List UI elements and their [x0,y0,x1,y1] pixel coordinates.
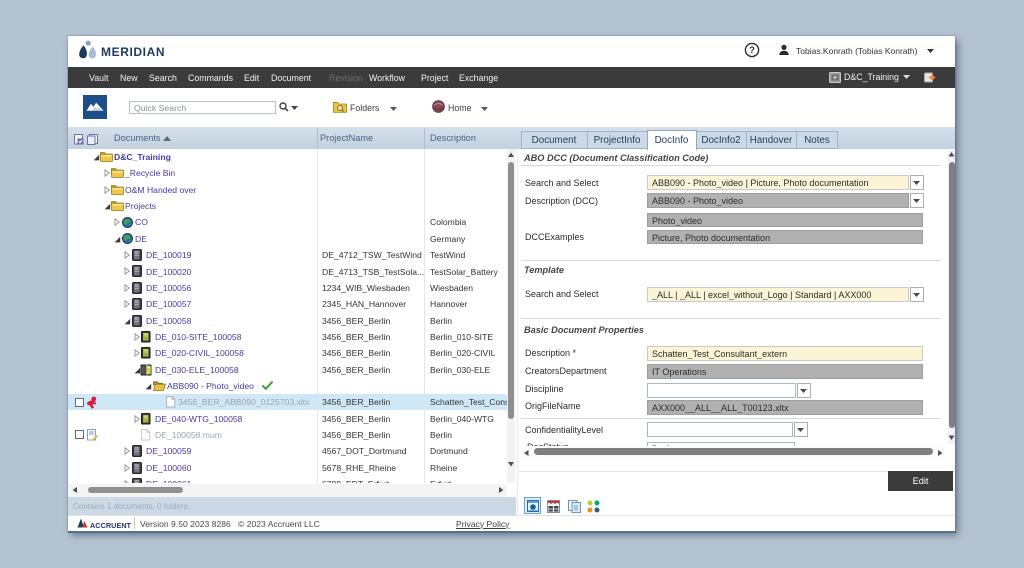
svg-text:?: ? [749,45,755,56]
